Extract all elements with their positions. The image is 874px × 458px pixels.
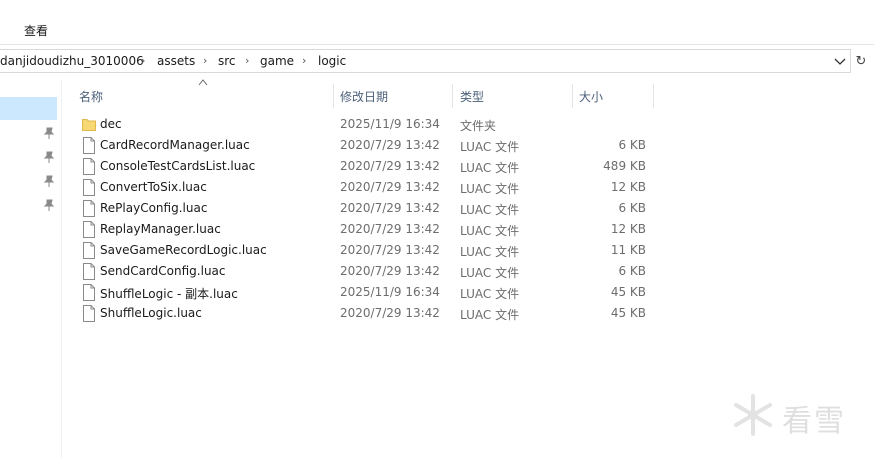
column-header-name[interactable]: 名称: [76, 84, 333, 108]
file-icon: [83, 179, 95, 196]
file-date: 2020/7/29 13:42: [340, 159, 440, 173]
file-date: 2020/7/29 13:42: [340, 243, 440, 257]
breadcrumb-segment[interactable]: logic: [318, 54, 346, 68]
address-dropdown-icon[interactable]: [832, 53, 848, 69]
column-header-type-label: 类型: [460, 90, 485, 104]
file-type: LUAC 文件: [460, 308, 520, 322]
file-row[interactable]: RePlayConfig.luac 2020/7/29 13:42 LUAC 文…: [76, 198, 656, 219]
column-header-size-label: 大小: [579, 90, 604, 104]
file-date: 2025/11/9 16:34: [340, 285, 440, 299]
file-type: LUAC 文件: [460, 287, 520, 301]
file-icon: [83, 263, 95, 280]
pin-icon[interactable]: [42, 198, 56, 212]
column-header-size[interactable]: 大小: [573, 84, 653, 108]
file-size: 45 KB: [610, 285, 646, 299]
file-row[interactable]: ShuffleLogic - 副本.luac 2025/11/9 16:34 L…: [76, 282, 656, 303]
watermark-text: 看雪: [782, 404, 846, 439]
file-row-folder[interactable]: dec 2025/11/9 16:34 文件夹: [76, 114, 656, 135]
file-name: SaveGameRecordLogic.luac: [100, 243, 267, 257]
file-name: SendCardConfig.luac: [100, 264, 226, 278]
file-name: ShuffleLogic.luac: [100, 306, 202, 320]
file-date: 2020/7/29 13:42: [340, 306, 440, 320]
column-header-type[interactable]: 类型: [453, 84, 572, 108]
file-type: LUAC 文件: [460, 182, 520, 196]
folder-icon: [82, 119, 96, 131]
ribbon: 查看: [0, 0, 874, 44]
file-size: 489 KB: [603, 159, 646, 173]
nav-divider: [61, 80, 62, 458]
file-row[interactable]: ConsoleTestCardsList.luac 2020/7/29 13:4…: [76, 156, 656, 177]
column-header-date[interactable]: 修改日期: [334, 84, 452, 108]
file-date: 2020/7/29 13:42: [340, 180, 440, 194]
file-size: 12 KB: [610, 222, 646, 236]
file-icon: [83, 200, 95, 217]
breadcrumb-segment[interactable]: assets: [157, 54, 195, 68]
file-name: ConvertToSix.luac: [100, 180, 207, 194]
file-icon: [83, 221, 95, 238]
breadcrumb-chevron-icon[interactable]: ›: [203, 54, 207, 67]
watermark: 看雪: [730, 390, 860, 440]
file-date: 2025/11/9 16:34: [340, 117, 440, 131]
file-type: LUAC 文件: [460, 161, 520, 175]
file-icon: [83, 137, 95, 154]
ribbon-divider: [0, 44, 874, 45]
snowflake-logo-icon: [734, 394, 772, 436]
file-date: 2020/7/29 13:42: [340, 222, 440, 236]
breadcrumb-segment[interactable]: game: [260, 54, 294, 68]
file-row[interactable]: ConvertToSix.luac 2020/7/29 13:42 LUAC 文…: [76, 177, 656, 198]
file-row[interactable]: CardRecordManager.luac 2020/7/29 13:42 L…: [76, 135, 656, 156]
breadcrumb-segment[interactable]: danjidoudizhu_3010006: [0, 54, 144, 68]
file-type: LUAC 文件: [460, 224, 520, 238]
pin-icon[interactable]: [42, 174, 56, 188]
file-icon: [83, 305, 95, 322]
navigation-pane: [0, 80, 60, 458]
column-header-name-label: 名称: [79, 90, 104, 104]
file-size: 6 KB: [618, 264, 646, 278]
file-type: 文件夹: [460, 119, 497, 133]
file-type: LUAC 文件: [460, 245, 520, 259]
nav-selected-item[interactable]: [0, 97, 57, 120]
column-header-date-label: 修改日期: [340, 90, 389, 104]
file-row[interactable]: ReplayManager.luac 2020/7/29 13:42 LUAC …: [76, 219, 656, 240]
breadcrumb-segment[interactable]: src: [218, 54, 236, 68]
address-bar[interactable]: danjidoudizhu_3010006 › assets › src › g…: [0, 49, 851, 73]
breadcrumb-chevron-icon[interactable]: ›: [141, 54, 145, 67]
file-date: 2020/7/29 13:42: [340, 138, 440, 152]
file-size: 45 KB: [610, 306, 646, 320]
breadcrumb-chevron-icon[interactable]: ›: [245, 54, 249, 67]
file-name: ConsoleTestCardsList.luac: [100, 159, 256, 173]
file-size: 6 KB: [618, 201, 646, 215]
file-type: LUAC 文件: [460, 266, 520, 280]
file-size: 6 KB: [618, 138, 646, 152]
file-size: 11 KB: [610, 243, 646, 257]
file-row[interactable]: ShuffleLogic.luac 2020/7/29 13:42 LUAC 文…: [76, 303, 656, 324]
file-date: 2020/7/29 13:42: [340, 264, 440, 278]
file-icon: [83, 284, 95, 301]
file-name: ShuffleLogic - 副本.luac: [100, 287, 238, 301]
refresh-icon[interactable]: ↻: [852, 53, 870, 71]
file-icon: [83, 158, 95, 175]
file-row[interactable]: SaveGameRecordLogic.luac 2020/7/29 13:42…: [76, 240, 656, 261]
breadcrumb-chevron-icon[interactable]: ›: [302, 54, 306, 67]
pin-icon[interactable]: [42, 150, 56, 164]
tab-view[interactable]: 查看: [24, 22, 48, 39]
file-date: 2020/7/29 13:42: [340, 201, 440, 215]
file-name: dec: [100, 117, 122, 131]
file-size: 12 KB: [610, 180, 646, 194]
file-name: CardRecordManager.luac: [100, 138, 250, 152]
file-type: LUAC 文件: [460, 140, 520, 154]
file-row[interactable]: SendCardConfig.luac 2020/7/29 13:42 LUAC…: [76, 261, 656, 282]
column-divider[interactable]: [653, 84, 654, 108]
pin-icon[interactable]: [42, 126, 56, 140]
file-icon: [83, 242, 95, 259]
file-name: RePlayConfig.luac: [100, 201, 208, 215]
file-type: LUAC 文件: [460, 203, 520, 217]
file-name: ReplayManager.luac: [100, 222, 221, 236]
